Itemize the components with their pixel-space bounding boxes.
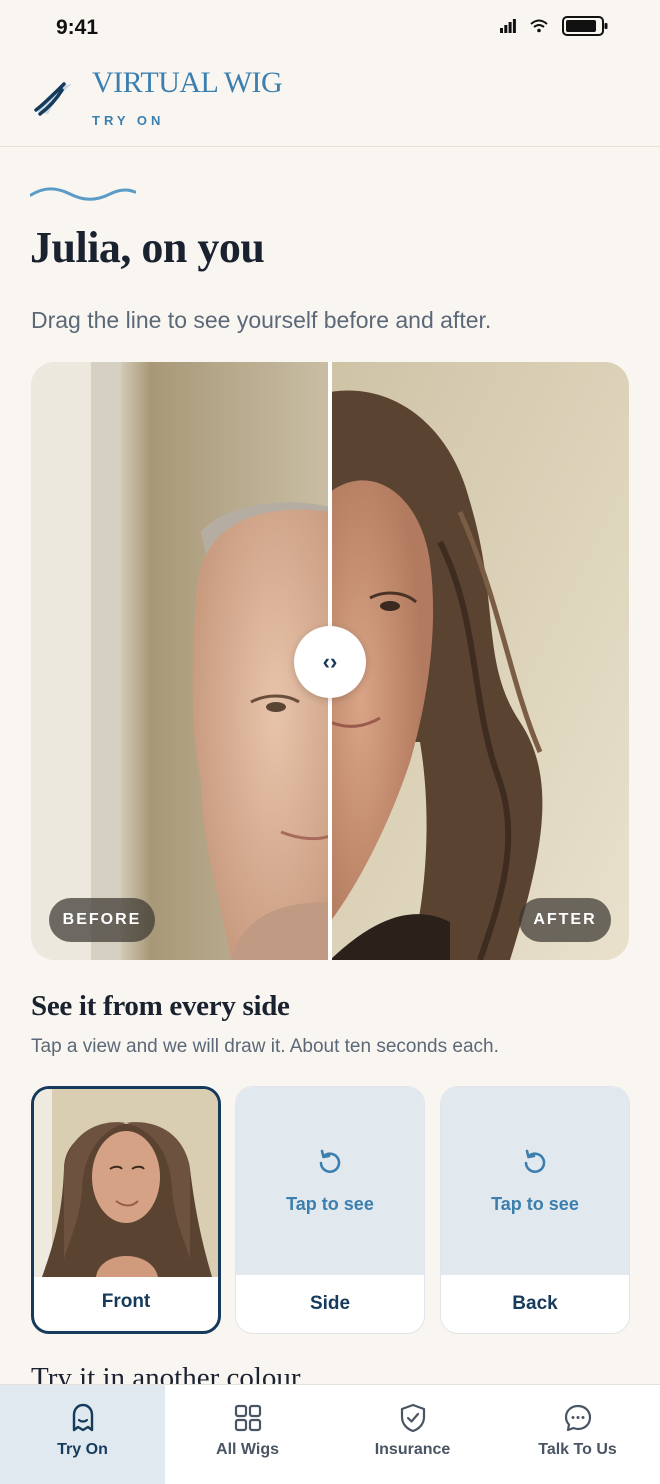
- tap-to-see-text: Tap to see: [491, 1193, 579, 1214]
- tab-all-wigs[interactable]: All Wigs: [165, 1385, 330, 1484]
- view-label-back: Back: [512, 1293, 558, 1314]
- chat-bubble-icon: [564, 1404, 591, 1432]
- tab-insurance[interactable]: Insurance: [330, 1385, 495, 1484]
- page-title: Julia, on you: [30, 223, 265, 272]
- tap-to-see-text: Tap to see: [286, 1193, 374, 1214]
- tab-label: All Wigs: [216, 1441, 279, 1458]
- views-section-title: See it from every side: [31, 990, 290, 1022]
- view-card-front[interactable]: Front: [31, 1086, 221, 1334]
- brand-title: VIRTUAL WIG: [92, 66, 283, 99]
- drag-handle-icon[interactable]: ‹›: [294, 626, 366, 698]
- signal-icon: [500, 19, 516, 33]
- logo-icon: [34, 82, 72, 116]
- after-photo: [330, 362, 629, 960]
- view-card-side[interactable]: Tap to see Side: [235, 1086, 425, 1334]
- view-label-side: Side: [309, 1293, 351, 1314]
- refresh-icon: [524, 1149, 546, 1173]
- app-header: VIRTUAL WIG TRY ON: [0, 56, 660, 147]
- tab-label: Talk To Us: [538, 1441, 617, 1458]
- tab-label: Try On: [57, 1441, 108, 1458]
- shield-check-icon: [400, 1403, 425, 1433]
- views-section-subtitle: Tap a view and we will draw it. About te…: [31, 1036, 499, 1057]
- back-view-placeholder: Tap to see: [441, 1087, 629, 1275]
- page-subtitle: Drag the line to see yourself before and…: [31, 307, 492, 333]
- brand-subtitle: TRY ON: [92, 113, 165, 128]
- tab-talk-to-us[interactable]: Talk To Us: [495, 1385, 660, 1484]
- before-after-slider[interactable]: ‹› BEFORE AFTER: [31, 362, 629, 960]
- side-view-placeholder: Tap to see: [236, 1087, 424, 1275]
- before-photo: [31, 362, 330, 960]
- before-label: BEFORE: [49, 898, 155, 942]
- after-label: AFTER: [519, 898, 611, 942]
- bottom-tab-bar: Try On All Wigs Insurance Talk To Us: [0, 1384, 660, 1484]
- front-view-thumbnail: [34, 1089, 218, 1277]
- view-card-back[interactable]: Tap to see Back: [440, 1086, 630, 1334]
- ghost-icon: [72, 1403, 93, 1432]
- refresh-icon: [319, 1149, 341, 1173]
- wave-divider-icon: [30, 187, 136, 201]
- tab-label: Insurance: [374, 1441, 451, 1458]
- view-label-front: Front: [101, 1291, 151, 1312]
- battery-icon: [562, 16, 608, 36]
- grid-icon: [234, 1404, 261, 1432]
- status-time: 9:41: [56, 16, 99, 39]
- wifi-icon: [530, 19, 548, 33]
- status-icons: [500, 16, 608, 36]
- tab-try-on[interactable]: Try On: [0, 1385, 165, 1484]
- status-bar: 9:41: [0, 0, 660, 56]
